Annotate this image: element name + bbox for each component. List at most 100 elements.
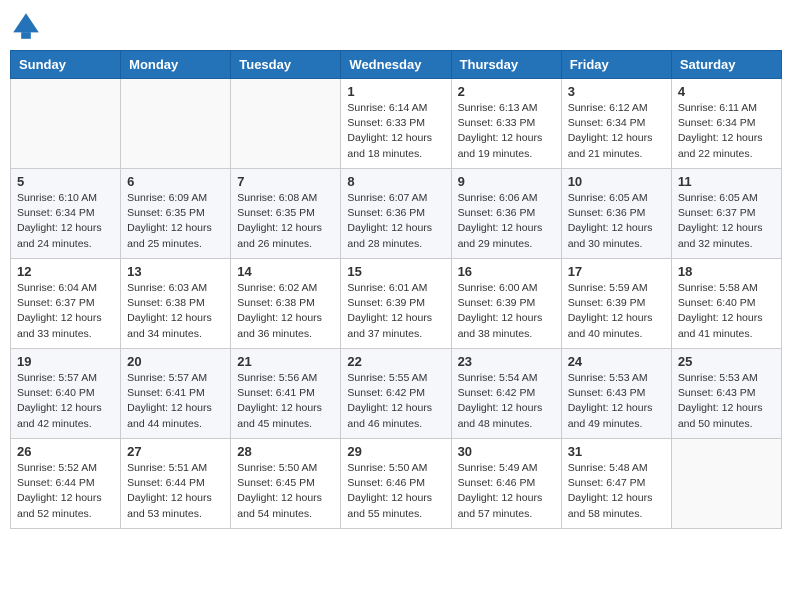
calendar-cell: 15Sunrise: 6:01 AM Sunset: 6:39 PM Dayli… [341,259,451,349]
calendar-cell: 19 Sunrise: 5:57 AM Sunset: 6:40 PM Dayli… [11,349,121,439]
calendar-cell: 28 Sunrise: 5:50 AM Sunset: 6:45 PM Dayli… [231,439,341,529]
day-info: Sunrise: 6:06 AM Sunset: 6:36 PM Dayligh… [458,191,555,252]
calendar-cell: 14 Sunrise: 6:02 AM Sunset: 6:38 PM Dayli… [231,259,341,349]
day-number: 17 [568,264,665,279]
day-number: 12 [17,264,114,279]
day-info: Sunrise: 6:05 AM Sunset: 6:37 PM Dayligh… [678,191,775,252]
day-number: 3 [568,84,665,99]
day-number: 29 [347,444,444,459]
day-number: 20 [127,354,224,369]
calendar-cell: 5 Sunrise: 6:10 AM Sunset: 6:34 PM Daylig… [11,169,121,259]
day-number: 1 [347,84,444,99]
calendar-cell: 27Sunrise: 5:51 AM Sunset: 6:44 PM Dayli… [121,439,231,529]
day-number: 4 [678,84,775,99]
calendar-cell: 18Sunrise: 5:58 AM Sunset: 6:40 PM Dayli… [671,259,781,349]
calendar-cell [671,439,781,529]
day-info: Sunrise: 5:51 AM Sunset: 6:44 PM Dayligh… [127,461,224,522]
day-info: Sunrise: 5:55 AM Sunset: 6:42 PM Dayligh… [347,371,444,432]
weekday-header-tuesday: Tuesday [231,51,341,79]
calendar-body: 1 Sunrise: 6:14 AM Sunset: 6:33 PM Daylig… [11,79,782,529]
calendar-cell: 21 Sunrise: 5:56 AM Sunset: 6:41 PM Dayli… [231,349,341,439]
day-info: Sunrise: 6:03 AM Sunset: 6:38 PM Dayligh… [127,281,224,342]
calendar-cell: 26 Sunrise: 5:52 AM Sunset: 6:44 PM Dayli… [11,439,121,529]
calendar-cell: 6Sunrise: 6:09 AM Sunset: 6:35 PM Daylig… [121,169,231,259]
day-info: Sunrise: 6:05 AM Sunset: 6:36 PM Dayligh… [568,191,665,252]
day-info: Sunrise: 5:59 AM Sunset: 6:39 PM Dayligh… [568,281,665,342]
calendar-cell: 31Sunrise: 5:48 AM Sunset: 6:47 PM Dayli… [561,439,671,529]
weekday-header-monday: Monday [121,51,231,79]
day-number: 19 [17,354,114,369]
day-number: 9 [458,174,555,189]
day-number: 15 [347,264,444,279]
logo [10,10,46,42]
day-info: Sunrise: 6:04 AM Sunset: 6:37 PM Dayligh… [17,281,114,342]
calendar-cell: 12 Sunrise: 6:04 AM Sunset: 6:37 PM Dayli… [11,259,121,349]
day-number: 11 [678,174,775,189]
week-row-1: 1 Sunrise: 6:14 AM Sunset: 6:33 PM Daylig… [11,79,782,169]
calendar-cell: 22 Sunrise: 5:55 AM Sunset: 6:42 PM Dayli… [341,349,451,439]
day-number: 21 [237,354,334,369]
calendar-cell: 25Sunrise: 5:53 AM Sunset: 6:43 PM Dayli… [671,349,781,439]
day-info: Sunrise: 6:02 AM Sunset: 6:38 PM Dayligh… [237,281,334,342]
calendar-cell [11,79,121,169]
day-info: Sunrise: 6:09 AM Sunset: 6:35 PM Dayligh… [127,191,224,252]
calendar-cell: 24Sunrise: 5:53 AM Sunset: 6:43 PM Dayli… [561,349,671,439]
day-info: Sunrise: 6:10 AM Sunset: 6:34 PM Dayligh… [17,191,114,252]
day-number: 7 [237,174,334,189]
calendar-cell: 3 Sunrise: 6:12 AM Sunset: 6:34 PM Daylig… [561,79,671,169]
calendar-cell [121,79,231,169]
day-info: Sunrise: 5:54 AM Sunset: 6:42 PM Dayligh… [458,371,555,432]
calendar-cell: 9 Sunrise: 6:06 AM Sunset: 6:36 PM Daylig… [451,169,561,259]
day-number: 5 [17,174,114,189]
weekday-header-friday: Friday [561,51,671,79]
day-info: Sunrise: 5:53 AM Sunset: 6:43 PM Dayligh… [568,371,665,432]
day-number: 28 [237,444,334,459]
day-number: 18 [678,264,775,279]
day-info: Sunrise: 6:07 AM Sunset: 6:36 PM Dayligh… [347,191,444,252]
calendar-header: SundayMondayTuesdayWednesdayThursdayFrid… [11,51,782,79]
week-row-2: 5 Sunrise: 6:10 AM Sunset: 6:34 PM Daylig… [11,169,782,259]
calendar-cell: 23Sunrise: 5:54 AM Sunset: 6:42 PM Dayli… [451,349,561,439]
header [10,10,782,42]
calendar-cell: 8 Sunrise: 6:07 AM Sunset: 6:36 PM Daylig… [341,169,451,259]
week-row-4: 19 Sunrise: 5:57 AM Sunset: 6:40 PM Dayli… [11,349,782,439]
day-info: Sunrise: 5:50 AM Sunset: 6:46 PM Dayligh… [347,461,444,522]
calendar-cell: 20 Sunrise: 5:57 AM Sunset: 6:41 PM Dayli… [121,349,231,439]
day-number: 10 [568,174,665,189]
day-number: 13 [127,264,224,279]
day-number: 26 [17,444,114,459]
day-info: Sunrise: 5:50 AM Sunset: 6:45 PM Dayligh… [237,461,334,522]
day-info: Sunrise: 6:12 AM Sunset: 6:34 PM Dayligh… [568,101,665,162]
weekday-header-wednesday: Wednesday [341,51,451,79]
day-info: Sunrise: 5:57 AM Sunset: 6:40 PM Dayligh… [17,371,114,432]
day-info: Sunrise: 6:08 AM Sunset: 6:35 PM Dayligh… [237,191,334,252]
day-number: 22 [347,354,444,369]
day-number: 8 [347,174,444,189]
page-container: SundayMondayTuesdayWednesdayThursdayFrid… [10,10,782,529]
day-info: Sunrise: 6:13 AM Sunset: 6:33 PM Dayligh… [458,101,555,162]
calendar-cell: 1 Sunrise: 6:14 AM Sunset: 6:33 PM Daylig… [341,79,451,169]
day-number: 25 [678,354,775,369]
day-number: 2 [458,84,555,99]
calendar-cell: 4 Sunrise: 6:11 AM Sunset: 6:34 PM Daylig… [671,79,781,169]
calendar-cell: 2 Sunrise: 6:13 AM Sunset: 6:33 PM Daylig… [451,79,561,169]
calendar-table: SundayMondayTuesdayWednesdayThursdayFrid… [10,50,782,529]
weekday-row: SundayMondayTuesdayWednesdayThursdayFrid… [11,51,782,79]
day-number: 14 [237,264,334,279]
day-info: Sunrise: 6:11 AM Sunset: 6:34 PM Dayligh… [678,101,775,162]
day-number: 31 [568,444,665,459]
calendar-cell: 16Sunrise: 6:00 AM Sunset: 6:39 PM Dayli… [451,259,561,349]
weekday-header-sunday: Sunday [11,51,121,79]
calendar-cell [231,79,341,169]
week-row-3: 12 Sunrise: 6:04 AM Sunset: 6:37 PM Dayli… [11,259,782,349]
day-info: Sunrise: 6:14 AM Sunset: 6:33 PM Dayligh… [347,101,444,162]
logo-icon [10,10,42,42]
weekday-header-saturday: Saturday [671,51,781,79]
week-row-5: 26 Sunrise: 5:52 AM Sunset: 6:44 PM Dayli… [11,439,782,529]
day-info: Sunrise: 5:56 AM Sunset: 6:41 PM Dayligh… [237,371,334,432]
day-info: Sunrise: 5:57 AM Sunset: 6:41 PM Dayligh… [127,371,224,432]
calendar-cell: 7 Sunrise: 6:08 AM Sunset: 6:35 PM Daylig… [231,169,341,259]
day-info: Sunrise: 5:52 AM Sunset: 6:44 PM Dayligh… [17,461,114,522]
calendar-cell: 30Sunrise: 5:49 AM Sunset: 6:46 PM Dayli… [451,439,561,529]
day-info: Sunrise: 6:00 AM Sunset: 6:39 PM Dayligh… [458,281,555,342]
